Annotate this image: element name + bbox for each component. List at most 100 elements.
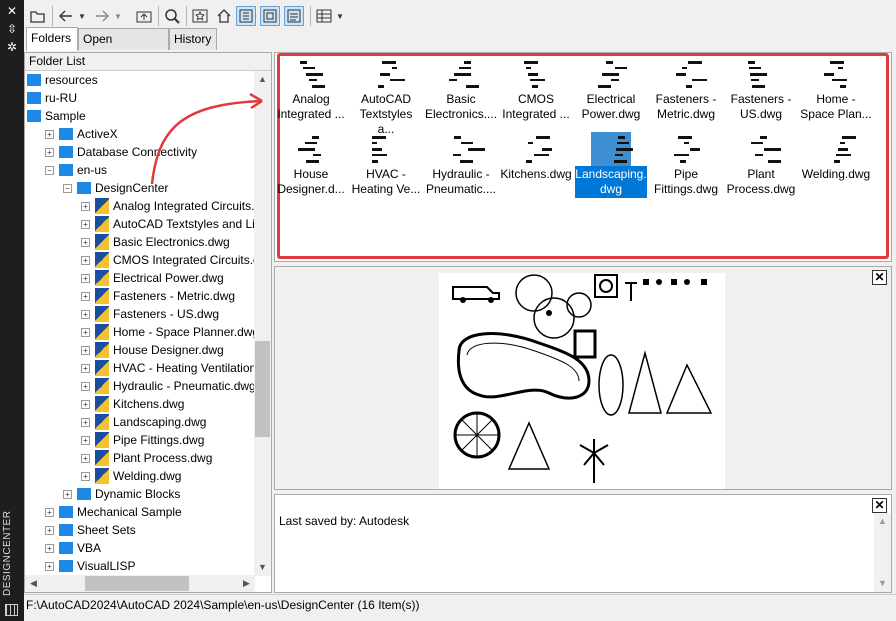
- drawing-item[interactable]: Hydraulic - Pneumatic....: [425, 132, 497, 204]
- desc-scroll-up-icon[interactable]: ▲: [874, 513, 891, 530]
- views-dropdown-icon[interactable]: ▼: [334, 6, 346, 26]
- tree-item[interactable]: + Database Connectivity: [25, 143, 255, 161]
- tree-item[interactable]: resources: [25, 71, 255, 89]
- tree-item[interactable]: + Sheet Sets: [25, 521, 255, 539]
- tree-item[interactable]: + Welding.dwg: [25, 467, 255, 485]
- tree-item[interactable]: + House Designer.dwg: [25, 341, 255, 359]
- tree-item[interactable]: + Electrical Power.dwg: [25, 269, 255, 287]
- drawing-item[interactable]: AutoCAD Textstyles a...: [350, 57, 422, 136]
- drawing-item[interactable]: Pipe Fittings.dwg: [650, 132, 722, 204]
- tree-item[interactable]: + HVAC - Heating Ventilation Air Conditio…: [25, 359, 255, 377]
- description-scrollbar[interactable]: ▲ ▼: [874, 513, 891, 592]
- drawing-item[interactable]: Welding.dwg: [800, 132, 872, 204]
- tree-item[interactable]: + Basic Electronics.dwg: [25, 233, 255, 251]
- tree-item[interactable]: + Plant Process.dwg: [25, 449, 255, 467]
- expand-icon[interactable]: +: [81, 436, 90, 445]
- scroll-right-icon[interactable]: ▶: [238, 575, 255, 592]
- home-icon[interactable]: [214, 6, 234, 26]
- tree-item[interactable]: + Fasteners - US.dwg: [25, 305, 255, 323]
- forward-dropdown-icon[interactable]: ▼: [112, 6, 124, 26]
- favorites-icon[interactable]: [190, 6, 210, 26]
- tab-folders[interactable]: Folders: [26, 27, 78, 51]
- expand-icon[interactable]: +: [45, 562, 54, 571]
- drawing-item[interactable]: Landscaping. dwg: [575, 132, 647, 204]
- forward-icon[interactable]: [92, 6, 112, 26]
- views-icon[interactable]: [314, 6, 334, 26]
- expand-icon[interactable]: +: [63, 490, 72, 499]
- expand-icon[interactable]: +: [81, 418, 90, 427]
- properties-icon[interactable]: ✲: [0, 40, 24, 54]
- description-toggle-icon[interactable]: [284, 6, 304, 26]
- close-description-icon[interactable]: ✕: [872, 498, 887, 513]
- expand-icon[interactable]: +: [81, 382, 90, 391]
- desc-scroll-down-icon[interactable]: ▼: [874, 575, 891, 592]
- expand-icon[interactable]: +: [81, 346, 90, 355]
- close-preview-icon[interactable]: ✕: [872, 270, 887, 285]
- collapse-icon[interactable]: −: [63, 184, 72, 193]
- preview-toggle-icon[interactable]: [260, 6, 280, 26]
- folder-horizontal-scrollbar[interactable]: ◀ ▶: [25, 575, 255, 592]
- expand-icon[interactable]: +: [45, 148, 54, 157]
- back-dropdown-icon[interactable]: ▼: [76, 6, 88, 26]
- back-icon[interactable]: [56, 6, 76, 26]
- collapse-icon[interactable]: −: [45, 166, 54, 175]
- expand-icon[interactable]: +: [81, 364, 90, 373]
- scroll-up-icon[interactable]: ▲: [254, 71, 271, 88]
- drawing-item[interactable]: Plant Process.dwg: [725, 132, 797, 204]
- hscroll-thumb[interactable]: [85, 576, 189, 591]
- expand-icon[interactable]: +: [81, 328, 90, 337]
- up-icon[interactable]: [134, 6, 154, 26]
- tree-item[interactable]: + Hydraulic - Pneumatic.dwg: [25, 377, 255, 395]
- close-palette-icon[interactable]: ✕: [0, 4, 24, 18]
- auto-hide-icon[interactable]: ⇳: [0, 22, 24, 36]
- tree-item[interactable]: + Home - Space Planner.dwg: [25, 323, 255, 341]
- scroll-thumb[interactable]: [255, 341, 270, 437]
- expand-icon[interactable]: +: [81, 256, 90, 265]
- tab-open-drawings[interactable]: Open Drawings: [78, 28, 169, 66]
- tree-item[interactable]: + Fasteners - Metric.dwg: [25, 287, 255, 305]
- tree-item[interactable]: + Kitchens.dwg: [25, 395, 255, 413]
- tab-history[interactable]: History: [169, 28, 217, 50]
- tree-item[interactable]: ru-RU: [25, 89, 255, 107]
- tree-item[interactable]: − en-us: [25, 161, 255, 179]
- tree-item[interactable]: Sample: [25, 107, 255, 125]
- folder-vertical-scrollbar[interactable]: ▲ ▼: [254, 71, 271, 576]
- drawing-item[interactable]: Fasteners - Metric.dwg: [650, 57, 722, 129]
- tree-item[interactable]: + Landscaping.dwg: [25, 413, 255, 431]
- tree-item[interactable]: + VBA: [25, 539, 255, 557]
- load-icon[interactable]: [28, 6, 48, 26]
- drawing-item[interactable]: Fasteners - US.dwg: [725, 57, 797, 129]
- scroll-left-icon[interactable]: ◀: [25, 575, 42, 592]
- expand-icon[interactable]: +: [81, 202, 90, 211]
- expand-icon[interactable]: +: [45, 526, 54, 535]
- drawing-item[interactable]: Kitchens.dwg: [500, 132, 572, 204]
- tree-item[interactable]: + VisualLISP: [25, 557, 255, 575]
- tree-item[interactable]: + Dynamic Blocks: [25, 485, 255, 503]
- expand-icon[interactable]: +: [81, 310, 90, 319]
- expand-icon[interactable]: +: [45, 508, 54, 517]
- expand-icon[interactable]: +: [81, 454, 90, 463]
- tree-item[interactable]: + Mechanical Sample: [25, 503, 255, 521]
- drawing-item[interactable]: Analog Integrated ...: [275, 57, 347, 129]
- expand-icon[interactable]: +: [81, 274, 90, 283]
- drawing-item[interactable]: Basic Electronics....: [425, 57, 497, 129]
- tree-item[interactable]: + Analog Integrated Circuits.dwg: [25, 197, 255, 215]
- drawing-item[interactable]: CMOS Integrated ...: [500, 57, 572, 129]
- expand-icon[interactable]: +: [81, 238, 90, 247]
- expand-icon[interactable]: +: [45, 544, 54, 553]
- scroll-down-icon[interactable]: ▼: [254, 559, 271, 576]
- tree-item[interactable]: + CMOS Integrated Circuits.dwg: [25, 251, 255, 269]
- drawing-item[interactable]: House Designer.d...: [275, 132, 347, 204]
- expand-icon[interactable]: +: [45, 130, 54, 139]
- tree-item[interactable]: − DesignCenter: [25, 179, 255, 197]
- drawing-item[interactable]: HVAC - Heating Ve...: [350, 132, 422, 204]
- expand-icon[interactable]: +: [81, 220, 90, 229]
- search-icon[interactable]: [162, 6, 182, 26]
- expand-icon[interactable]: +: [81, 472, 90, 481]
- drawing-item[interactable]: Home - Space Plan...: [800, 57, 872, 129]
- tree-item[interactable]: + AutoCAD Textstyles and Linetypes.dwg: [25, 215, 255, 233]
- tree-item[interactable]: + Pipe Fittings.dwg: [25, 431, 255, 449]
- drawing-item[interactable]: Electrical Power.dwg: [575, 57, 647, 129]
- tree-view-toggle-icon[interactable]: [236, 6, 256, 26]
- expand-icon[interactable]: +: [81, 292, 90, 301]
